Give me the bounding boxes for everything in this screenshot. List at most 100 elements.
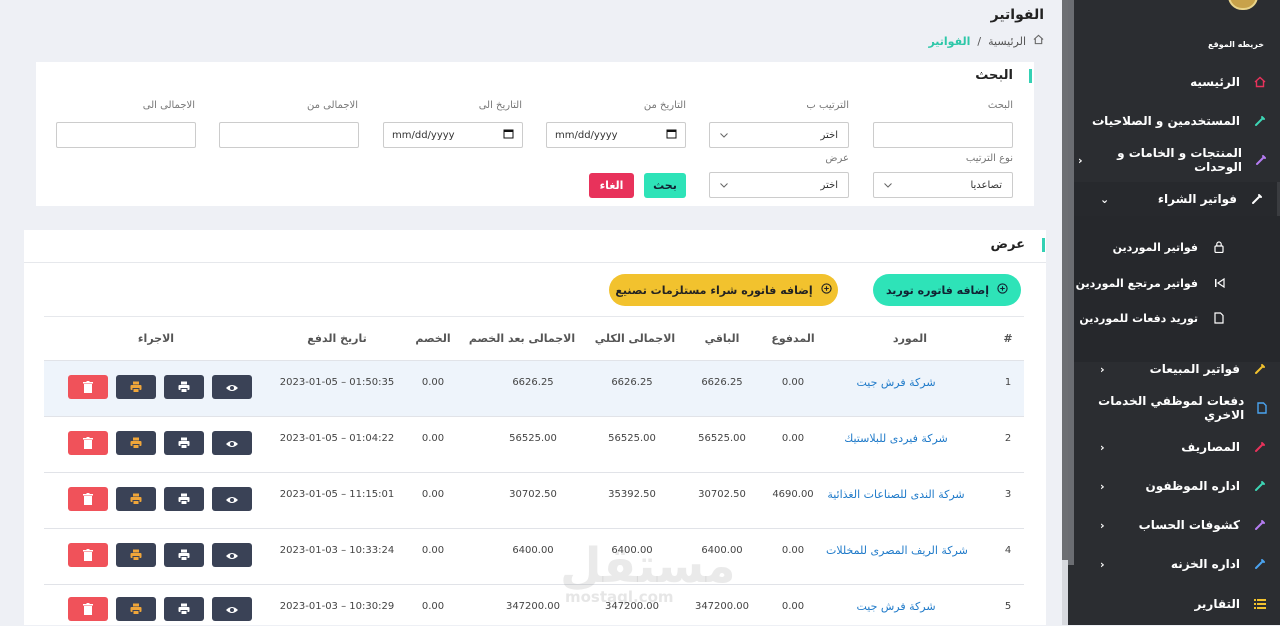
sidebar-item-label: التقارير bbox=[1194, 597, 1240, 611]
print-alt-button[interactable] bbox=[116, 375, 156, 399]
delete-button[interactable] bbox=[68, 543, 108, 567]
date-value: 2023-01-05 – 11:15:01 bbox=[279, 489, 395, 500]
chevron-down-icon: ⌄ bbox=[1100, 192, 1110, 206]
discount-value: 0.00 bbox=[421, 433, 445, 444]
search-button[interactable]: بحث bbox=[644, 173, 686, 198]
view-button[interactable] bbox=[212, 375, 252, 399]
sidebar-item-sales-invoices[interactable]: فواتير المبيعات › bbox=[1074, 352, 1280, 386]
print-alt-button[interactable] bbox=[116, 487, 156, 511]
supplier-link[interactable]: شركة الريف المصرى للمخللات bbox=[826, 544, 968, 557]
eye-icon bbox=[225, 600, 239, 619]
supplier-link[interactable]: شركة فرش جيت bbox=[826, 600, 966, 613]
sidebar-item-reports[interactable]: التقارير bbox=[1074, 587, 1280, 621]
after-discount-value: 30702.50 bbox=[509, 489, 557, 500]
print-button[interactable] bbox=[164, 431, 204, 455]
sort-type-select[interactable]: تصاعديا bbox=[873, 172, 1013, 198]
chevron-down-icon bbox=[884, 180, 892, 191]
clip-icon bbox=[1237, 193, 1277, 205]
printer-icon bbox=[178, 378, 190, 397]
add-manufacturing-invoice-button[interactable]: إضافه فاتوره شراء مستلزمات تصنيع bbox=[609, 274, 838, 306]
view-button[interactable] bbox=[212, 543, 252, 567]
sidebar-item-users[interactable]: المستخدمين و الصلاحيات › bbox=[1074, 104, 1280, 138]
pen-icon bbox=[1240, 441, 1280, 453]
printer-icon bbox=[130, 378, 142, 397]
print-button[interactable] bbox=[164, 375, 204, 399]
chevron-down-icon bbox=[720, 180, 728, 191]
sidebar-item-treasury[interactable]: اداره الخزنه › bbox=[1074, 547, 1280, 581]
paid-value: 0.00 bbox=[781, 377, 805, 388]
print-button[interactable] bbox=[164, 487, 204, 511]
sidebar-item-expenses[interactable]: المصاريف › bbox=[1074, 430, 1280, 464]
delete-button[interactable] bbox=[68, 487, 108, 511]
print-alt-button[interactable] bbox=[116, 597, 156, 621]
supplier-link[interactable]: شركة فيردى للبلاستيك bbox=[826, 432, 966, 445]
breadcrumb-home[interactable]: الرئيسية bbox=[988, 35, 1026, 48]
view-button[interactable] bbox=[212, 597, 252, 621]
sidebar-item-label: المصاريف bbox=[1181, 440, 1240, 454]
sort-type-value: تصاعديا bbox=[970, 179, 1002, 191]
total-value: 56525.00 bbox=[608, 433, 656, 444]
home-icon bbox=[1240, 76, 1280, 88]
remaining-value: 347200.00 bbox=[694, 601, 750, 612]
date-to-input[interactable]: mm/dd/yyyy bbox=[383, 122, 523, 148]
eye-icon bbox=[225, 378, 239, 397]
list-title: عرض bbox=[990, 237, 1025, 252]
print-alt-button[interactable] bbox=[116, 543, 156, 567]
cancel-button[interactable]: الغاء bbox=[589, 173, 634, 198]
total-value: 6626.25 bbox=[611, 377, 653, 388]
col-discount: الخصم bbox=[415, 332, 451, 345]
sidebar-subitem-supplier-invoices[interactable]: فواتير الموردين bbox=[1074, 232, 1280, 262]
lock-icon bbox=[1206, 241, 1232, 253]
home-icon[interactable] bbox=[1033, 34, 1044, 48]
print-button[interactable] bbox=[164, 543, 204, 567]
print-alt-button[interactable] bbox=[116, 431, 156, 455]
list-title-bar bbox=[1042, 238, 1045, 252]
table-row: 3 شركة الندى للصناعات الغذائية 4690.00 3… bbox=[44, 472, 1024, 529]
trash-icon bbox=[83, 378, 93, 397]
sidebar-item-service-payments[interactable]: دفعات لموظفي الخدمات الاخري bbox=[1074, 391, 1280, 425]
chevron-right-icon: › bbox=[1100, 518, 1105, 532]
table-row: 5 شركة فرش جيت 0.00 347200.00 347200.00 … bbox=[44, 584, 1024, 626]
sidebar-item-employees[interactable]: اداره الموظفون › bbox=[1074, 469, 1280, 503]
total-from-input[interactable] bbox=[219, 122, 359, 148]
sidebar-item-products[interactable]: المنتجات و الخامات و الوحدات › bbox=[1074, 143, 1280, 177]
trash-icon bbox=[83, 434, 93, 453]
remaining-value: 6626.25 bbox=[701, 377, 743, 388]
sort-by-label: الترتيب ب bbox=[806, 100, 849, 111]
display-select[interactable]: اختر bbox=[709, 172, 849, 198]
file-icon bbox=[1206, 312, 1232, 324]
sidebar-subitem-supplier-returns[interactable]: فواتير مرتجع الموردين bbox=[1074, 268, 1280, 298]
col-index: # bbox=[1003, 332, 1013, 345]
sidebar-item-label: المستخدمين و الصلاحيات bbox=[1092, 114, 1240, 128]
sidebar-item-label: اداره الخزنه bbox=[1170, 557, 1240, 571]
date-from-input[interactable]: mm/dd/yyyy bbox=[546, 122, 686, 148]
chevron-right-icon: › bbox=[1100, 114, 1105, 128]
sidebar-subitem-supplier-payments[interactable]: توريد دفعات للموردين bbox=[1074, 303, 1280, 333]
delete-button[interactable] bbox=[68, 431, 108, 455]
supplier-link[interactable]: شركة فرش جيت bbox=[826, 376, 966, 389]
print-button[interactable] bbox=[164, 597, 204, 621]
sidebar-item-home[interactable]: الرئيسيه bbox=[1074, 65, 1280, 99]
date-value: 2023-01-05 – 01:50:35 bbox=[279, 377, 395, 388]
calendar-icon[interactable] bbox=[503, 128, 514, 142]
calendar-icon[interactable] bbox=[666, 128, 677, 142]
sidebar-subitem-label: فواتير مرتجع الموردين bbox=[1075, 276, 1198, 290]
delete-button[interactable] bbox=[68, 597, 108, 621]
view-button[interactable] bbox=[212, 431, 252, 455]
sidebar-item-purchase-invoices[interactable]: فواتير الشراء ⌄ bbox=[1074, 182, 1280, 216]
discount-value: 0.00 bbox=[421, 489, 445, 500]
search-input[interactable] bbox=[873, 122, 1013, 148]
discount-value: 0.00 bbox=[421, 601, 445, 612]
pen-icon bbox=[1240, 115, 1280, 127]
paid-value: 0.00 bbox=[781, 545, 805, 556]
add-supply-invoice-button[interactable]: إضافه فاتوره توريد bbox=[873, 274, 1021, 306]
col-date: تاريخ الدفع bbox=[307, 332, 367, 345]
sort-by-select[interactable]: اختر bbox=[709, 122, 849, 148]
watermark-url: mostaql.com bbox=[565, 588, 674, 606]
sidebar-item-statements[interactable]: كشوفات الحساب › bbox=[1074, 508, 1280, 542]
total-to-input[interactable] bbox=[56, 122, 196, 148]
delete-button[interactable] bbox=[68, 375, 108, 399]
view-button[interactable] bbox=[212, 487, 252, 511]
supplier-link[interactable]: شركة الندى للصناعات الغذائية bbox=[826, 488, 966, 501]
list-header-divider bbox=[24, 262, 1046, 263]
